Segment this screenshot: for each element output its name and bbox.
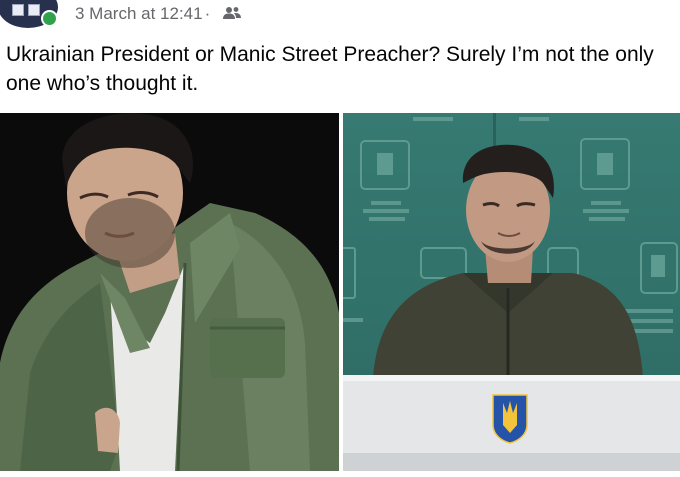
post-timestamp[interactable]: 3 March at 12:41 ·	[75, 4, 212, 24]
photo-man-at-podium[interactable]	[343, 113, 680, 471]
post-bottom-edge	[0, 471, 680, 477]
avatar-window	[28, 4, 40, 16]
online-status-dot	[41, 10, 58, 27]
photo-man-at-podium-art	[343, 113, 680, 471]
avatar-window	[12, 4, 24, 16]
photo-man-green-jacket-art	[0, 113, 339, 471]
timestamp-separator: ·	[204, 4, 211, 23]
friends-icon[interactable]	[223, 6, 241, 20]
photo-man-green-jacket[interactable]	[0, 113, 339, 471]
timestamp-text[interactable]: 3 March at 12:41	[75, 4, 203, 23]
post-header: 3 March at 12:41 ·	[0, 0, 680, 32]
post-message: Ukrainian President or Manic Street Prea…	[6, 43, 654, 95]
